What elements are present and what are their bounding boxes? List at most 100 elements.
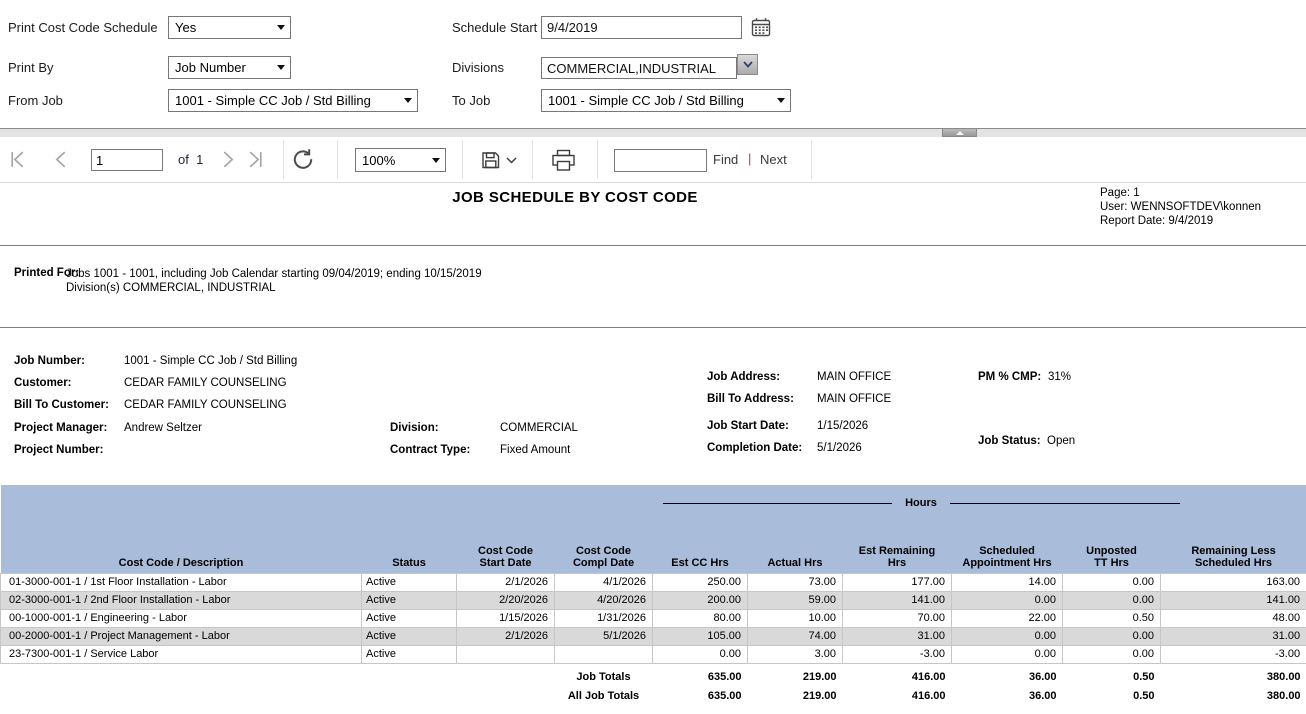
toolbar-separator [283,140,284,179]
select-value: 1001 - Simple CC Job / Std Billing [548,93,744,108]
find-button[interactable]: Find [713,152,738,167]
project-manager-label: Project Manager: [14,422,107,434]
totals-cell: 380.00 [1161,685,1306,707]
column-header: Cost Code / Description [1,525,362,573]
table-cell: Active [362,591,457,609]
next-page-button[interactable] [220,150,237,169]
table-cell: 4/1/2026 [555,573,653,591]
job-number-value: 1001 - Simple CC Job / Std Billing [124,355,297,367]
table-cell: 00-1000-001-1 / Engineering - Labor [1,609,362,627]
toolbar-separator [532,140,533,179]
job-totals-label: Job Totals [555,663,653,685]
contract-type-value: Fixed Amount [500,444,570,456]
to-job-select[interactable]: 1001 - Simple CC Job / Std Billing [541,89,791,112]
hours-group-header-row: Hours [1,485,1306,525]
job-status-value: Open [1047,435,1075,447]
table-row: 23-7300-001-1 / Service Labor Active 0.0… [1,645,1306,663]
totals-spacer [1,685,555,707]
select-value: 1001 - Simple CC Job / Std Billing [175,93,371,108]
table-cell: 0.00 [653,645,748,663]
table-cell: 73.00 [748,573,843,591]
table-cell: 70.00 [843,609,952,627]
page-number-input[interactable] [91,149,163,171]
header-spacer [1,485,653,525]
last-page-button[interactable] [246,150,265,169]
chevron-right-icon [220,150,237,169]
zoom-select[interactable]: 100% [355,148,446,172]
page-count-label: of 1 [178,152,203,167]
table-row: 01-3000-001-1 / 1st Floor Installation -… [1,573,1306,591]
table-cell: 59.00 [748,591,843,609]
save-icon [481,150,519,170]
completion-date-value: 5/1/2026 [817,442,862,454]
table-cell: 31.00 [1161,627,1306,645]
cost-code-table-container: Hours Cost Code / Description Status Cos… [0,485,1306,707]
column-header: Unposted TT Hrs [1063,525,1161,573]
chevron-down-icon [743,61,753,68]
all-job-totals-label: All Job Totals [555,685,653,707]
column-header: Est CC Hrs [653,525,748,573]
previous-page-button[interactable] [52,150,69,169]
toolbar-separator [337,140,338,179]
customer-value: CEDAR FAMILY COUNSELING [124,377,287,389]
report-title: JOB SCHEDULE BY COST CODE [0,189,1150,206]
divisions-input[interactable] [541,57,737,79]
from-job-select[interactable]: 1001 - Simple CC Job / Std Billing [168,89,418,112]
zoom-value: 100% [362,153,395,168]
table-cell: 48.00 [1161,609,1306,627]
total-pages: 1 [196,152,203,167]
dropdown-caret-icon [777,98,785,103]
table-row: 02-3000-001-1 / 2nd Floor Installation -… [1,591,1306,609]
table-cell: 22.00 [952,609,1063,627]
all-job-totals-row: All Job Totals 635.00 219.00 416.00 36.0… [1,685,1306,707]
table-cell: Active [362,609,457,627]
customer-label: Customer: [14,377,72,389]
bill-to-address-value: MAIN OFFICE [817,393,891,405]
project-number-label: Project Number: [14,444,103,456]
table-cell: Active [362,573,457,591]
save-export-button[interactable] [481,150,519,170]
column-header: Cost Code Start Date [457,525,555,573]
table-cell: 1/15/2026 [457,609,555,627]
to-job-label: To Job [452,89,490,112]
printed-for-line: Division(s) COMMERCIAL, INDUSTRIAL [66,281,482,295]
section-divider [0,245,1306,246]
table-cell: 23-7300-001-1 / Service Labor [1,645,362,663]
toolbar-separator [811,140,812,179]
job-address-label: Job Address: [707,371,780,383]
dropdown-caret-icon [432,158,440,163]
print-cost-code-schedule-select[interactable]: Yes [168,16,291,39]
table-cell: 0.00 [1063,573,1161,591]
schedule-start-input[interactable] [541,16,742,39]
refresh-button[interactable] [290,147,316,173]
page-info-line: User: WENNSOFTDEV\konnen [1100,200,1261,214]
first-page-button[interactable] [8,150,27,169]
totals-cell: 0.50 [1063,663,1161,685]
parameter-splitter-bar[interactable] [0,128,1306,137]
find-input[interactable] [614,149,707,172]
job-start-date-value: 1/15/2026 [817,420,868,432]
hours-rule-left [663,503,893,504]
table-cell: 14.00 [952,573,1063,591]
print-button[interactable] [551,149,576,172]
table-cell: Active [362,627,457,645]
division-label: Division: [390,422,439,434]
totals-cell: 219.00 [748,685,843,707]
table-cell: 2/1/2026 [457,627,555,645]
print-by-select[interactable]: Job Number [168,56,291,79]
calendar-picker-button[interactable] [751,17,771,37]
divisions-label: Divisions [452,56,504,79]
bill-to-customer-value: CEDAR FAMILY COUNSELING [124,399,287,411]
next-result-button[interactable]: Next [760,152,787,167]
divisions-dropdown-button[interactable] [737,54,758,75]
cost-code-table: Hours Cost Code / Description Status Cos… [0,485,1306,707]
select-value: Yes [175,20,196,35]
column-header: Cost Code Compl Date [555,525,653,573]
collapse-parameters-button[interactable] [942,128,977,137]
table-cell: 0.00 [1063,627,1161,645]
first-page-icon [8,150,27,169]
table-cell: 4/20/2026 [555,591,653,609]
table-cell: 141.00 [1161,591,1306,609]
table-cell: -3.00 [843,645,952,663]
division-value: COMMERCIAL [500,422,578,434]
